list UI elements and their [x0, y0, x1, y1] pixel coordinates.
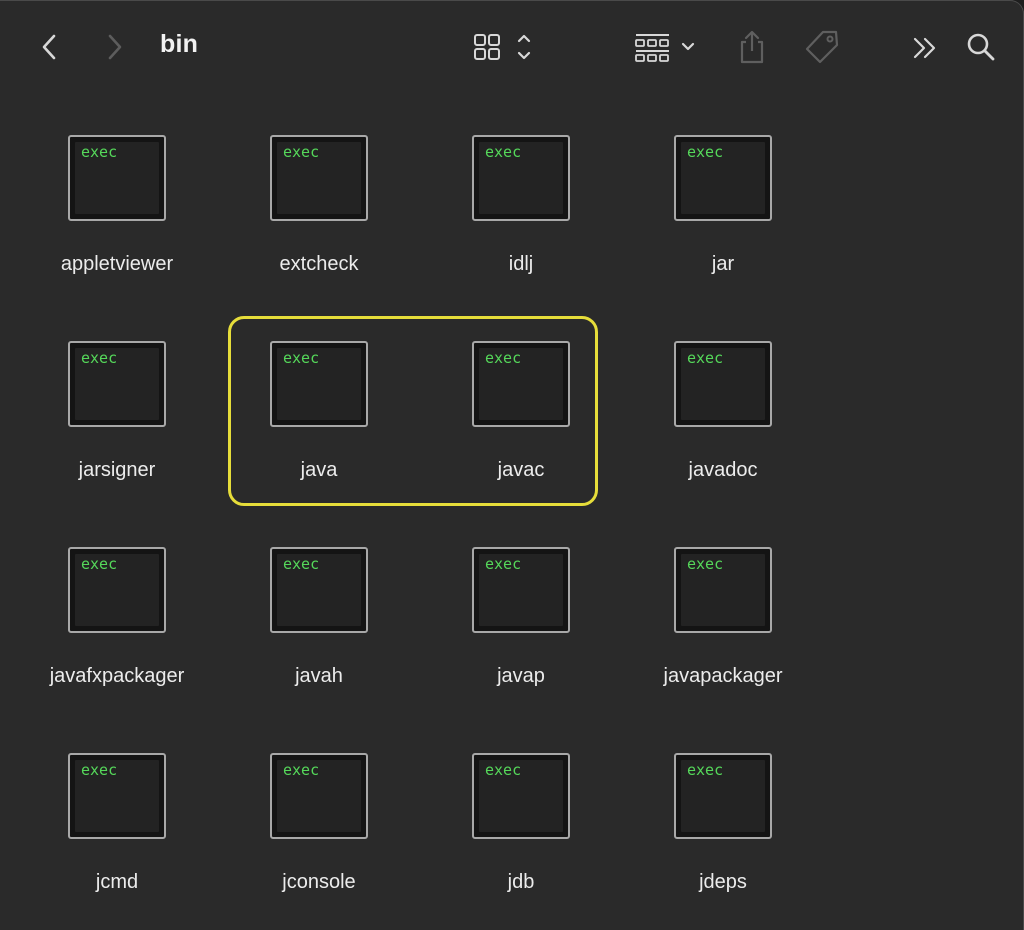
exec-file-icon: exec	[674, 341, 772, 427]
exec-file-icon: exec	[472, 135, 570, 221]
file-item[interactable]: exec javah	[219, 547, 419, 717]
exec-badge: exec	[81, 555, 118, 573]
exec-badge: exec	[485, 761, 522, 779]
exec-file-icon: exec	[68, 547, 166, 633]
file-name: javadoc	[688, 459, 758, 481]
exec-badge: exec	[81, 761, 118, 779]
file-item[interactable]: exec javapackager	[623, 547, 823, 717]
file-item[interactable]: exec idlj	[421, 135, 621, 305]
exec-badge: exec	[485, 555, 522, 573]
exec-file-icon: exec	[270, 547, 368, 633]
file-name: javac	[497, 459, 545, 481]
exec-file-icon: exec	[68, 135, 166, 221]
file-name: javah	[295, 665, 343, 687]
exec-badge: exec	[687, 349, 724, 367]
file-name: javafxpackager	[49, 665, 185, 687]
file-name: appletviewer	[60, 253, 174, 275]
exec-file-icon: exec	[68, 341, 166, 427]
exec-badge: exec	[485, 349, 522, 367]
exec-badge: exec	[687, 143, 724, 161]
exec-file-icon: exec	[674, 753, 772, 839]
exec-file-icon: exec	[472, 341, 570, 427]
file-name: extcheck	[279, 253, 359, 275]
exec-badge: exec	[283, 349, 320, 367]
exec-file-icon: exec	[674, 547, 772, 633]
exec-file-icon: exec	[674, 135, 772, 221]
finder-window: bin exec appletviewer exec extcheck exec…	[0, 0, 1024, 930]
exec-badge: exec	[283, 555, 320, 573]
file-name: jconsole	[282, 871, 356, 893]
file-name: javapackager	[663, 665, 783, 687]
exec-file-icon: exec	[270, 135, 368, 221]
file-name: idlj	[508, 253, 534, 275]
exec-badge: exec	[687, 761, 724, 779]
file-item[interactable]: exec extcheck	[219, 135, 419, 305]
file-item[interactable]: exec jarsigner	[17, 341, 217, 511]
file-name: jdeps	[699, 871, 747, 893]
file-name: javap	[497, 665, 545, 687]
exec-file-icon: exec	[472, 547, 570, 633]
file-item[interactable]: exec javafxpackager	[17, 547, 217, 717]
file-name: jdb	[507, 871, 535, 893]
exec-badge: exec	[687, 555, 724, 573]
exec-file-icon: exec	[270, 753, 368, 839]
exec-badge: exec	[81, 143, 118, 161]
file-item[interactable]: exec jar	[623, 135, 823, 305]
file-name: java	[300, 459, 338, 481]
exec-badge: exec	[485, 143, 522, 161]
file-name: jcmd	[95, 871, 139, 893]
file-name: jarsigner	[78, 459, 156, 481]
exec-badge: exec	[283, 143, 320, 161]
file-item[interactable]: exec jdeps	[623, 753, 823, 923]
file-item[interactable]: exec java	[219, 341, 419, 511]
file-item[interactable]: exec javac	[421, 341, 621, 511]
file-name: jar	[711, 253, 735, 275]
file-item[interactable]: exec jdb	[421, 753, 621, 923]
file-item[interactable]: exec appletviewer	[17, 135, 217, 305]
exec-file-icon: exec	[472, 753, 570, 839]
exec-file-icon: exec	[270, 341, 368, 427]
file-item[interactable]: exec jcmd	[17, 753, 217, 923]
file-grid: exec appletviewer exec extcheck exec idl…	[0, 0, 1024, 930]
exec-file-icon: exec	[68, 753, 166, 839]
file-item[interactable]: exec javap	[421, 547, 621, 717]
exec-badge: exec	[283, 761, 320, 779]
file-item[interactable]: exec jconsole	[219, 753, 419, 923]
exec-badge: exec	[81, 349, 118, 367]
file-item[interactable]: exec javadoc	[623, 341, 823, 511]
